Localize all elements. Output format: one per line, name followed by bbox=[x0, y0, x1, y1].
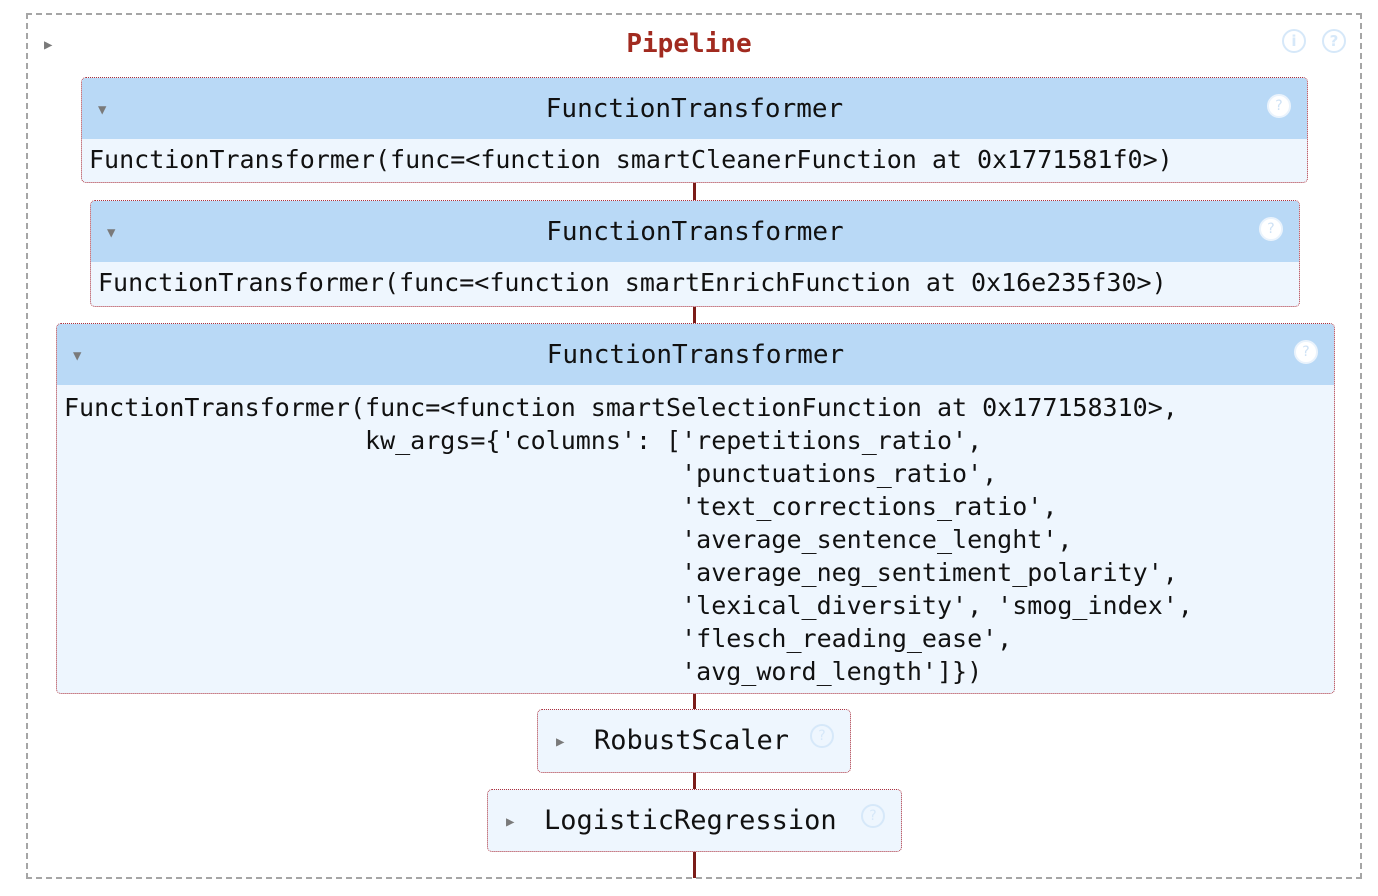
estimator-details: FunctionTransformer(func=<function smart… bbox=[57, 391, 1334, 693]
toggle-arrow-icon[interactable]: ▶ bbox=[506, 814, 514, 830]
info-icon[interactable]: i bbox=[1282, 29, 1306, 53]
estimator-name[interactable]: LogisticRegression bbox=[544, 804, 837, 838]
toggle-arrow-icon[interactable]: ▶ bbox=[556, 734, 564, 750]
help-icon[interactable]: ? bbox=[1267, 94, 1291, 118]
estimator-name[interactable]: FunctionTransformer bbox=[57, 338, 1334, 372]
estimator-repr: FunctionTransformer(func=<function smart… bbox=[64, 393, 1193, 686]
help-icon[interactable]: ? bbox=[810, 724, 834, 748]
connector-line bbox=[693, 692, 696, 710]
connector-line bbox=[693, 306, 696, 324]
estimator-logistic-regression[interactable]: ▶ LogisticRegression ? bbox=[487, 789, 902, 852]
estimator-name[interactable]: FunctionTransformer bbox=[82, 92, 1307, 126]
estimator-details: FunctionTransformer(func=<function smart… bbox=[82, 139, 1307, 182]
help-icon[interactable]: ? bbox=[1322, 29, 1346, 53]
estimator-name[interactable]: FunctionTransformer bbox=[91, 215, 1299, 249]
estimator-header[interactable]: ▼ FunctionTransformer ? bbox=[91, 201, 1299, 262]
estimator-robust-scaler[interactable]: ▶ RobustScaler ? bbox=[537, 709, 851, 773]
estimator-function-transformer-1: ▼ FunctionTransformer ? FunctionTransfor… bbox=[81, 77, 1308, 183]
help-icon[interactable]: ? bbox=[1294, 340, 1318, 364]
estimator-repr: FunctionTransformer(func=<function smart… bbox=[98, 268, 1167, 297]
connector-line bbox=[693, 772, 696, 790]
help-icon[interactable]: ? bbox=[861, 804, 885, 828]
estimator-header[interactable]: ▼ FunctionTransformer ? bbox=[82, 78, 1307, 139]
help-icon[interactable]: ? bbox=[1259, 217, 1283, 241]
estimator-name[interactable]: RobustScaler bbox=[594, 724, 789, 758]
estimator-repr: FunctionTransformer(func=<function smart… bbox=[89, 145, 1173, 174]
connector-line bbox=[693, 851, 696, 878]
estimator-function-transformer-3: ▼ FunctionTransformer ? FunctionTransfor… bbox=[56, 323, 1335, 694]
estimator-function-transformer-2: ▼ FunctionTransformer ? FunctionTransfor… bbox=[90, 200, 1300, 307]
connector-line bbox=[693, 182, 696, 202]
estimator-details: FunctionTransformer(func=<function smart… bbox=[91, 262, 1299, 306]
pipeline-title[interactable]: Pipeline bbox=[0, 28, 1378, 60]
estimator-header[interactable]: ▼ FunctionTransformer ? bbox=[57, 324, 1334, 385]
